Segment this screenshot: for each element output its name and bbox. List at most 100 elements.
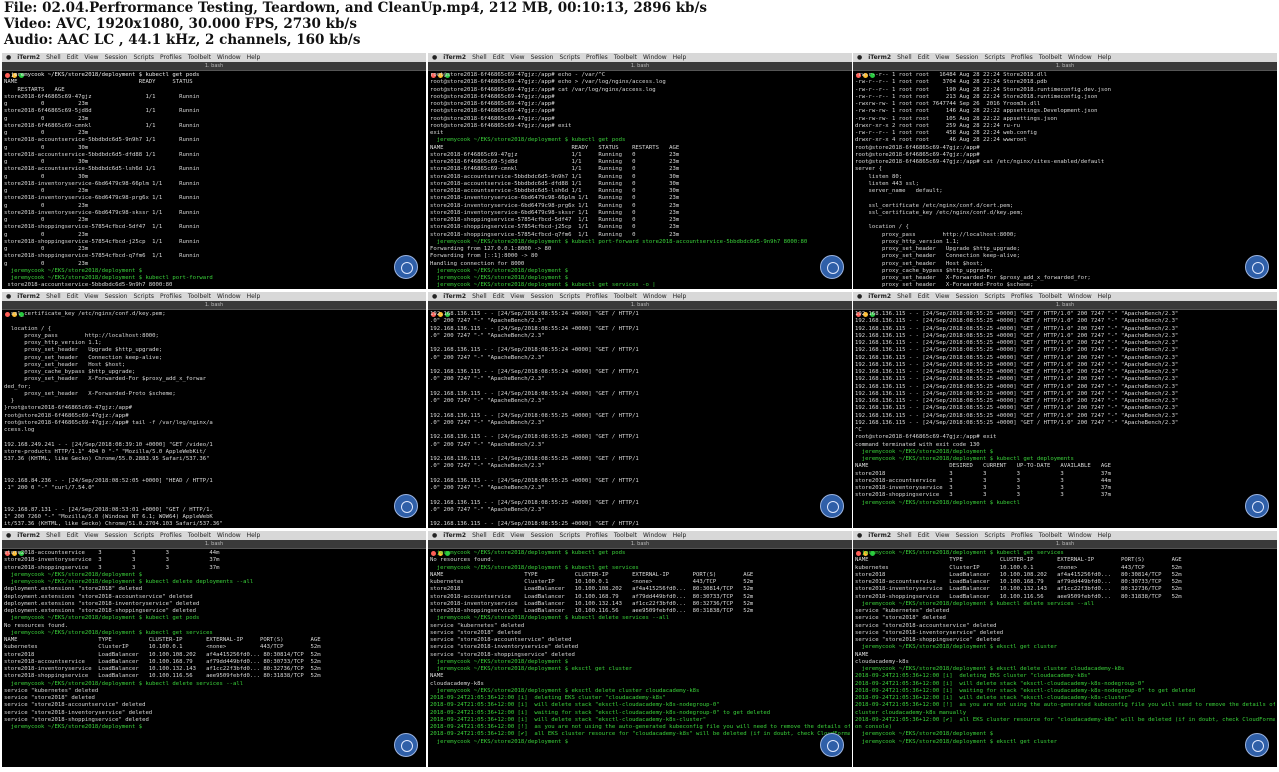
menu-item[interactable]: View [510,293,524,300]
menu-item[interactable]: Profiles [160,54,182,61]
menu-item[interactable]: iTerm2 [868,293,891,300]
menu-item[interactable]: Session [956,293,979,300]
menu-item[interactable]: Shell [46,293,61,300]
terminal-output[interactable]: 192.168.136.115 - - [24/Sep/2018:08:55:2… [855,311,1275,526]
menu-item[interactable]: Shell [472,54,487,61]
menu-item[interactable]: Window [217,293,241,300]
menu-item[interactable]: Toolbelt [1039,293,1062,300]
menu-item[interactable]: Scripts [984,532,1005,539]
apple-menu-icon[interactable]: ● [432,54,437,61]
apple-menu-icon[interactable]: ● [432,532,437,539]
apple-menu-icon[interactable]: ● [6,532,11,539]
menu-item[interactable]: View [84,293,98,300]
menu-item[interactable]: View [84,54,98,61]
menu-item[interactable]: Edit [918,532,930,539]
menu-item[interactable]: Session [105,54,128,61]
menu-item[interactable]: Edit [918,293,930,300]
menu-item[interactable]: Shell [897,293,912,300]
menu-item[interactable]: Edit [918,54,930,61]
menu-item[interactable]: Help [247,293,261,300]
menu-item[interactable]: Window [1068,293,1092,300]
apple-menu-icon[interactable]: ● [432,293,437,300]
menu-item[interactable]: Profiles [160,532,182,539]
terminal-output[interactable]: jeremycook ~/EKS/store2018/deployment $ … [430,550,850,765]
video-thumbnail[interactable]: ● iTerm2 Shell Edit View Session Scripts Profil… [428,531,852,767]
menu-item[interactable]: View [935,293,949,300]
menu-item[interactable]: Help [1098,54,1112,61]
menu-item[interactable]: Scripts [133,54,154,61]
terminal-output[interactable]: store2018-accountservice 3 3 3 44m store2… [4,550,424,765]
video-thumbnail[interactable]: ● iTerm2 Shell Edit View Session Scripts Profil… [2,531,426,767]
apple-menu-icon[interactable]: ● [857,293,862,300]
menu-item[interactable]: Toolbelt [1039,54,1062,61]
video-thumbnail[interactable]: ● iTerm2 Shell Edit View Session Scripts Profil… [853,531,1277,767]
menu-item[interactable]: iTerm2 [17,293,40,300]
menu-item[interactable]: Window [643,532,667,539]
menu-item[interactable]: Profiles [586,532,608,539]
apple-menu-icon[interactable]: ● [6,54,11,61]
menu-item[interactable]: Scripts [559,532,580,539]
menu-item[interactable]: View [935,532,949,539]
apple-menu-icon[interactable]: ● [857,532,862,539]
menu-item[interactable]: iTerm2 [17,532,40,539]
menu-item[interactable]: Shell [46,532,61,539]
menu-item[interactable]: Window [1068,532,1092,539]
menu-item[interactable]: Window [643,54,667,61]
menu-item[interactable]: Profiles [1011,532,1033,539]
menu-item[interactable]: Edit [67,293,79,300]
menu-item[interactable]: iTerm2 [868,532,891,539]
menu-item[interactable]: Toolbelt [614,532,637,539]
menu-item[interactable]: Window [217,54,241,61]
menu-item[interactable]: Scripts [133,532,154,539]
apple-menu-icon[interactable]: ● [857,54,862,61]
menu-item[interactable]: Toolbelt [1039,532,1062,539]
menu-item[interactable]: Edit [67,54,79,61]
menu-item[interactable]: Toolbelt [188,532,211,539]
menu-item[interactable]: View [84,532,98,539]
menu-item[interactable]: iTerm2 [17,54,40,61]
menu-item[interactable]: Help [1098,532,1112,539]
menu-item[interactable]: Shell [472,293,487,300]
menu-item[interactable]: Session [956,54,979,61]
apple-menu-icon[interactable]: ● [6,293,11,300]
video-thumbnail[interactable]: ● iTerm2 Shell Edit View Session Scripts Profil… [428,292,852,528]
terminal-output[interactable]: 192.168.136.115 - - [24/Sep/2018:08:55:2… [430,311,850,526]
terminal-output[interactable]: -rw-r--r-- 1 root root 16484 Aug 28 22:2… [855,72,1275,287]
menu-item[interactable]: Toolbelt [188,54,211,61]
menu-item[interactable]: Shell [897,532,912,539]
menu-item[interactable]: Help [673,54,687,61]
menu-item[interactable]: Edit [493,532,505,539]
menu-item[interactable]: View [935,54,949,61]
menu-item[interactable]: Window [643,293,667,300]
menu-item[interactable]: Profiles [160,293,182,300]
menu-item[interactable]: Help [247,532,261,539]
menu-item[interactable]: Session [531,532,554,539]
menu-item[interactable]: Shell [897,54,912,61]
menu-item[interactable]: Scripts [984,293,1005,300]
video-thumbnail[interactable]: ● iTerm2 Shell Edit View Session Scripts Profil… [2,292,426,528]
menu-item[interactable]: Toolbelt [614,293,637,300]
menu-item[interactable]: Scripts [559,293,580,300]
menu-item[interactable]: Profiles [586,293,608,300]
menu-item[interactable]: Window [217,532,241,539]
menu-item[interactable]: Toolbelt [188,293,211,300]
menu-item[interactable]: Help [1098,293,1112,300]
video-thumbnail[interactable]: ● iTerm2 Shell Edit View Session Scripts Profil… [853,53,1277,289]
menu-item[interactable]: Help [673,293,687,300]
menu-item[interactable]: Session [105,293,128,300]
menu-item[interactable]: Session [105,532,128,539]
terminal-output[interactable]: jeremycook ~/EKS/store2018/deployment $ … [4,72,424,287]
menu-item[interactable]: Shell [472,532,487,539]
menu-item[interactable]: View [510,54,524,61]
terminal-output[interactable]: ssl_certificate_key /etc/nginx/conf.d/ke… [4,311,424,526]
menu-item[interactable]: iTerm2 [443,54,466,61]
menu-item[interactable]: iTerm2 [443,532,466,539]
menu-item[interactable]: Scripts [984,54,1005,61]
video-thumbnail[interactable]: ● iTerm2 Shell Edit View Session Scripts Profil… [428,53,852,289]
terminal-output[interactable]: root@store2018-6f46865c69-47gjz:/app# ec… [430,72,850,287]
menu-item[interactable]: Toolbelt [614,54,637,61]
menu-item[interactable]: Scripts [133,293,154,300]
menu-item[interactable]: Session [531,54,554,61]
menu-item[interactable]: Profiles [1011,293,1033,300]
menu-item[interactable]: Window [1068,54,1092,61]
